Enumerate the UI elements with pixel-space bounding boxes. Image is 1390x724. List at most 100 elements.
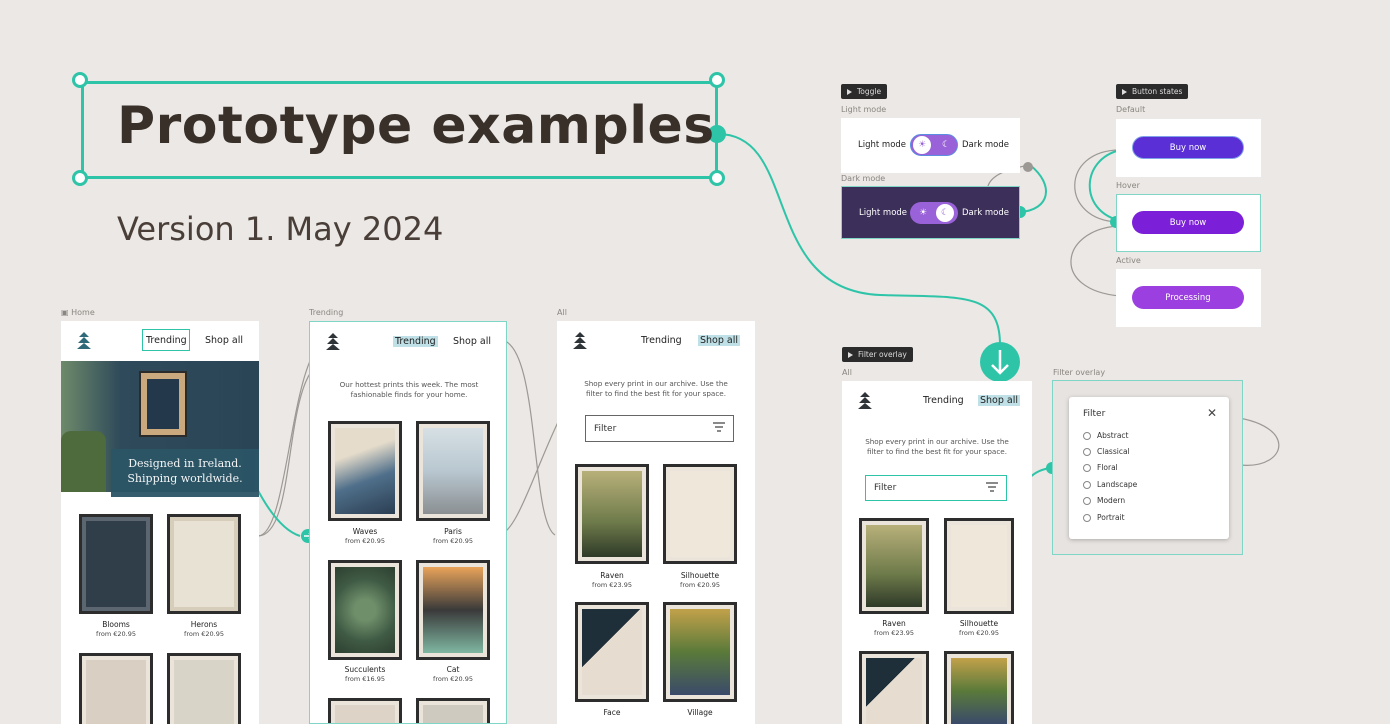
filter-panel-title: Filter	[1083, 409, 1106, 419]
frame-button-default[interactable]: Buy now	[1116, 119, 1261, 177]
filter-dropdown[interactable]: Filter	[585, 415, 734, 442]
nav-trending-link[interactable]: Trending	[641, 335, 682, 346]
buy-now-button-default[interactable]: Buy now	[1132, 136, 1244, 159]
radio-button[interactable]	[1083, 480, 1091, 489]
radio-button[interactable]	[1083, 496, 1091, 505]
play-icon	[847, 88, 852, 95]
product-card-image[interactable]	[944, 518, 1014, 614]
product-name[interactable]: Raven	[575, 571, 649, 580]
product-card-image[interactable]	[328, 421, 402, 521]
button-states-prototype-tag[interactable]: Button states	[1116, 84, 1189, 99]
nav-shop-all-link[interactable]: Shop all	[698, 335, 741, 346]
product-card-image[interactable]	[663, 602, 737, 702]
frame-all[interactable]: Trending Shop all Shop every print in ou…	[557, 321, 755, 724]
hero-line-1: Designed in Ireland.	[128, 457, 242, 470]
radio-button[interactable]	[1083, 513, 1091, 522]
product-price: from €20.95	[96, 630, 136, 638]
filter-option[interactable]: Landscape	[1083, 480, 1137, 489]
product-card-image[interactable]	[663, 464, 737, 564]
product-price: from €23.95	[874, 629, 914, 637]
product-name[interactable]: Face	[575, 708, 649, 717]
filter-label: Filter	[594, 423, 617, 434]
product-name[interactable]: Cat	[416, 665, 490, 674]
frame-filter-overlay[interactable]: Filter ✕ Abstract Classical Floral Lands…	[1052, 380, 1243, 555]
hero-line-2: Shipping worldwide.	[127, 472, 243, 485]
toggle-light-text: Light mode	[858, 140, 907, 150]
product-name[interactable]: Paris	[416, 527, 490, 536]
frame-label-all-filter: All	[842, 368, 852, 377]
toggle-prototype-tag[interactable]: Toggle	[841, 84, 888, 99]
brand-logo-icon	[572, 331, 587, 349]
filter-overlay-prototype-tag[interactable]: Filter overlay	[842, 347, 913, 362]
frame-label-filter-overlay: Filter overlay	[1053, 368, 1106, 377]
nav-trending-link[interactable]: Trending	[393, 336, 438, 347]
product-name[interactable]: Silhouette	[944, 619, 1014, 628]
product-card-image[interactable]	[859, 651, 929, 724]
nav-shop-all-link[interactable]: Shop all	[453, 336, 491, 347]
product-name[interactable]: Herons	[167, 620, 241, 629]
product-card-image[interactable]	[859, 518, 929, 614]
product-card-image[interactable]	[328, 698, 402, 723]
product-card-image[interactable]	[167, 653, 241, 724]
filter-option[interactable]: Abstract	[1083, 431, 1128, 440]
close-icon[interactable]: ✕	[1207, 406, 1217, 420]
hero-banner: Designed in Ireland. Shipping worldwide.	[111, 449, 259, 497]
frame-toggle-light[interactable]: Light mode ☀ ☾ Dark mode	[841, 118, 1020, 173]
filter-option[interactable]: Floral	[1083, 463, 1118, 472]
product-card-image[interactable]	[167, 514, 241, 614]
nav-trending-link[interactable]: Trending	[146, 335, 187, 346]
product-name[interactable]: Succulents	[328, 665, 402, 674]
frame-all-filter-demo[interactable]: Trending Shop all Shop every print in ou…	[842, 381, 1032, 724]
filter-option[interactable]: Portrait	[1083, 513, 1125, 522]
moon-icon: ☾	[941, 140, 951, 150]
frame-button-hover[interactable]: Buy now	[1116, 194, 1261, 252]
product-card-image[interactable]	[575, 602, 649, 702]
resize-handle-bottom-right[interactable]	[709, 170, 725, 186]
nav-shop-all-link[interactable]: Shop all	[205, 335, 243, 346]
frame-label-all: All	[557, 308, 567, 317]
processing-button-active[interactable]: Processing	[1132, 286, 1244, 309]
resize-handle-top-right[interactable]	[709, 72, 725, 88]
frame-toggle-dark[interactable]: Light mode ☀ ☾ Dark mode	[841, 186, 1020, 239]
product-card-image[interactable]	[328, 560, 402, 660]
product-price: from €16.95	[345, 675, 385, 683]
product-name[interactable]: Raven	[859, 619, 929, 628]
filter-option[interactable]: Modern	[1083, 496, 1125, 505]
frame-label-default: Default	[1116, 105, 1146, 114]
product-card-image[interactable]	[416, 421, 490, 521]
product-card-image[interactable]	[575, 464, 649, 564]
filter-option[interactable]: Classical	[1083, 447, 1130, 456]
toggle-light-text: Light mode	[859, 208, 908, 218]
resize-handle-top-left[interactable]	[72, 72, 88, 88]
nav-trending-link[interactable]: Trending	[923, 395, 964, 406]
page-subtitle: Version 1. May 2024	[117, 210, 444, 248]
product-card-image[interactable]	[416, 560, 490, 660]
frame-label-light-mode: Light mode	[841, 105, 887, 114]
filter-panel[interactable]: Filter ✕ Abstract Classical Floral Lands…	[1069, 397, 1229, 539]
frame-label-trending: Trending	[309, 308, 344, 317]
sun-icon: ☀	[918, 208, 928, 218]
product-card-image[interactable]	[416, 698, 490, 723]
product-card-image[interactable]	[944, 651, 1014, 724]
radio-button[interactable]	[1083, 447, 1091, 456]
radio-button[interactable]	[1083, 463, 1091, 472]
product-name[interactable]: Silhouette	[663, 571, 737, 580]
theme-toggle-switch[interactable]: ☀ ☾	[910, 202, 958, 224]
frame-trending[interactable]: Trending Shop all Our hottest prints thi…	[309, 321, 507, 724]
toggle-dark-text: Dark mode	[962, 140, 1009, 150]
theme-toggle-switch[interactable]: ☀ ☾	[910, 134, 958, 156]
resize-handle-bottom-left[interactable]	[72, 170, 88, 186]
radio-button[interactable]	[1083, 431, 1091, 440]
product-name[interactable]: Village	[663, 708, 737, 717]
product-name[interactable]: Blooms	[79, 620, 153, 629]
product-price: from €20.95	[184, 630, 224, 638]
buy-now-button-hover[interactable]: Buy now	[1132, 211, 1244, 234]
filter-dropdown[interactable]: Filter	[865, 475, 1007, 501]
frame-home[interactable]: Trending Shop all Designed in Ireland. S…	[61, 321, 259, 724]
product-card-image[interactable]	[79, 653, 153, 724]
product-name[interactable]: Waves	[328, 527, 402, 536]
nav-shop-all-link[interactable]: Shop all	[978, 395, 1021, 406]
product-card-image[interactable]	[79, 514, 153, 614]
brand-logo-icon	[76, 331, 91, 349]
frame-button-active[interactable]: Processing	[1116, 269, 1261, 327]
